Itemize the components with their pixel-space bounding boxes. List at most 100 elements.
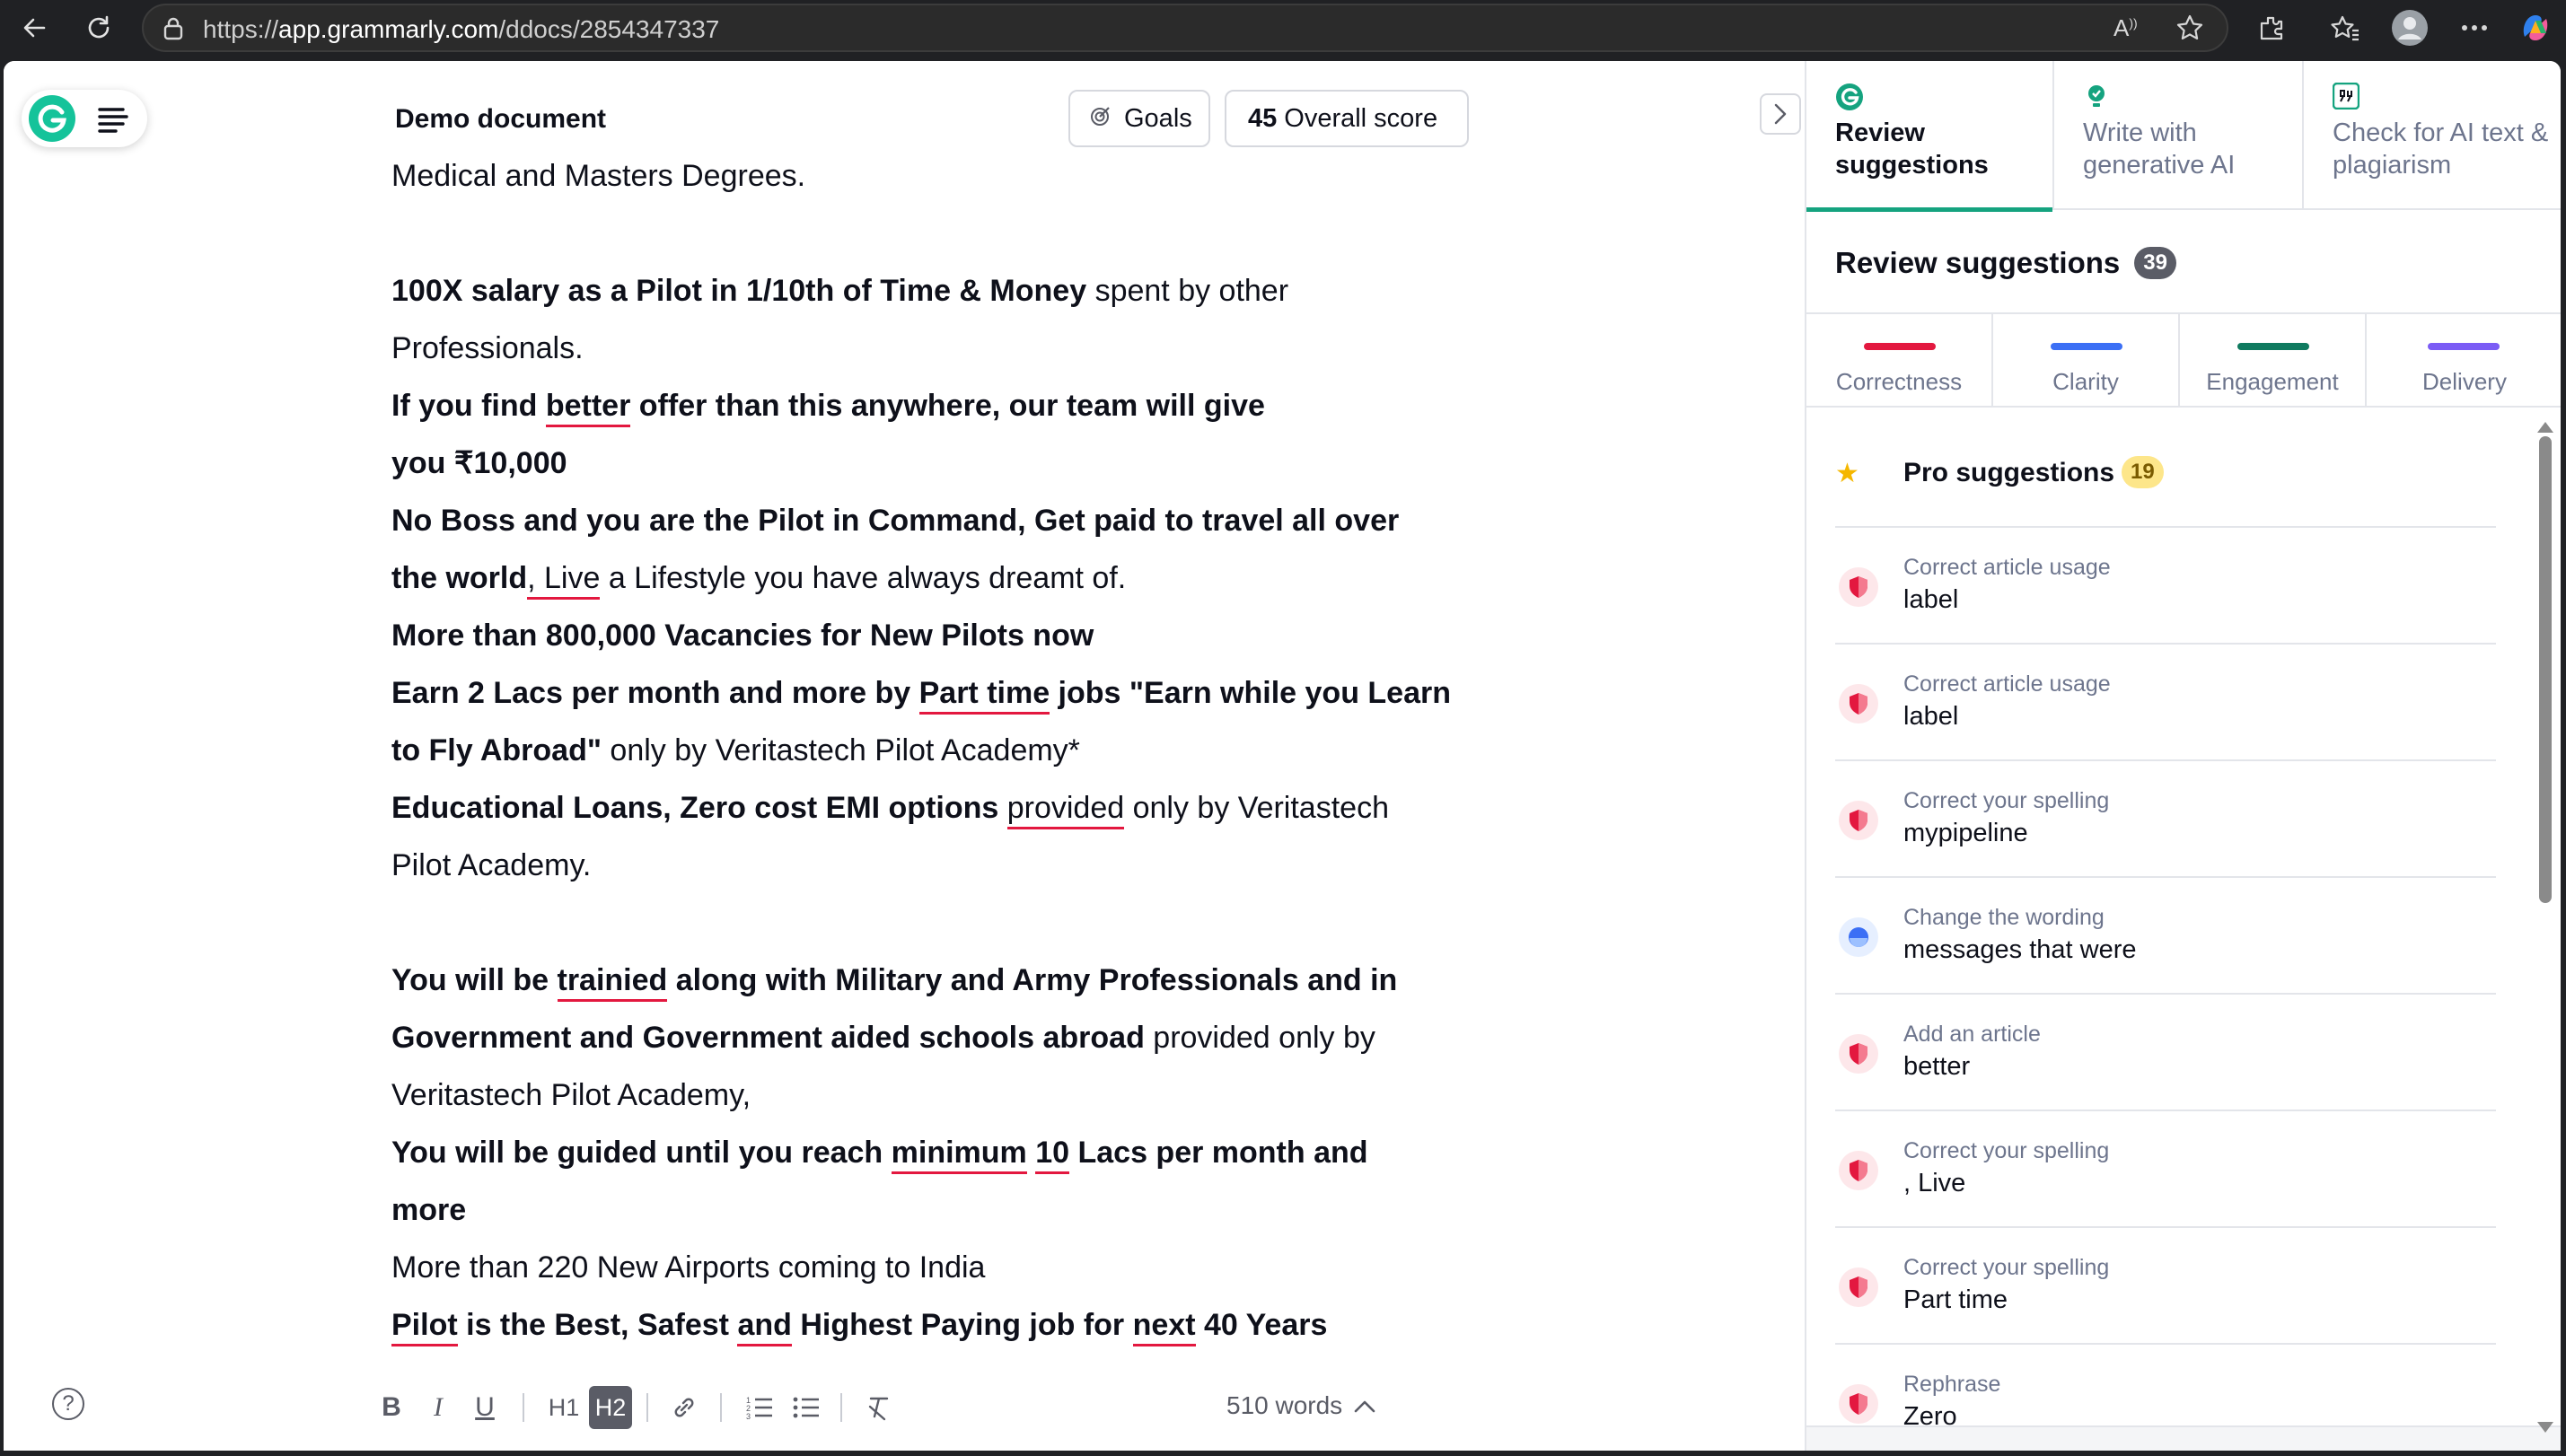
scroll-down-arrow-icon[interactable] [2537,1422,2553,1433]
more-menu-icon[interactable] [2453,6,2496,49]
back-arrow-icon[interactable] [13,6,56,49]
toolbar-divider [840,1393,842,1422]
url-host: app.grammarly.com [278,15,499,43]
suggestion-text: label [1903,585,1959,614]
read-aloud-icon[interactable]: A)) [2113,14,2138,42]
text-line: More than 800,000 Vacancies for New Pilo… [391,607,1487,664]
suggestion-category: Correct your spelling [1903,788,2110,813]
panel-footer [1806,1425,2561,1451]
tab-review-suggestions[interactable]: Review suggestions [1806,61,2054,212]
collapse-panel-button[interactable] [1760,93,1801,135]
favorite-star-icon[interactable] [2175,13,2205,48]
suggestion-card[interactable]: Correct your spelling Part time [1835,1228,2496,1345]
suggestion-category: Add an article [1903,1022,2041,1047]
scrollbar-thumb[interactable] [2539,436,2552,903]
category-correctness[interactable]: Correctness [1806,314,1993,408]
heading-1-button[interactable]: H1 [542,1386,585,1429]
text-run: You will be guided until you reach [391,1136,892,1170]
category-clarity[interactable]: Clarity [1993,314,2180,408]
text-run: Government and Government aided schools … [391,1021,1145,1055]
favorites-icon[interactable] [2324,6,2367,49]
engagement-bar [2237,343,2309,350]
text-run: jobs "Earn while you Learn [1050,676,1451,710]
flagged-word[interactable]: Part time [918,676,1050,715]
quote-icon [2332,82,2360,114]
extensions-icon[interactable] [2250,6,2293,49]
text-run: is the Best, Safest [457,1308,738,1342]
heading-2-button[interactable]: H2 [589,1386,632,1429]
suggestion-text: label [1903,702,1959,731]
text-run [1027,1136,1035,1170]
bold-button[interactable]: B [373,1386,409,1429]
category-delivery[interactable]: Delivery [2367,314,2561,408]
numbered-list-icon[interactable]: 123 [740,1386,779,1429]
suggestion-card[interactable]: Rephrase Zero [1835,1345,2496,1425]
flagged-word[interactable]: trainied [557,963,668,1002]
text-line: If you find better offer than this anywh… [391,377,1487,434]
text-line: Pilot Academy. [391,837,1487,894]
review-suggestions-title: Review suggestions [1835,246,2121,279]
flagged-word[interactable]: better [545,389,631,427]
goals-button[interactable]: Goals [1068,90,1210,147]
text-run: more [391,1193,467,1227]
suggestion-card[interactable]: Add an article better [1835,995,2496,1111]
toolbar-divider [720,1393,722,1422]
overall-score-button[interactable]: 45 Overall score [1225,90,1469,147]
link-icon[interactable] [664,1386,704,1429]
document-title[interactable]: Demo document [395,104,606,135]
category-engagement[interactable]: Engagement [2180,314,2367,408]
profile-avatar[interactable] [2388,6,2431,49]
lock-icon[interactable] [162,16,185,46]
flagged-word[interactable]: Pilot [391,1308,458,1346]
copilot-icon[interactable] [2514,6,2557,49]
flagged-word[interactable]: , Live [527,561,601,600]
text-run: spent by other [1086,274,1289,308]
italic-button[interactable]: I [420,1386,456,1429]
tab-write-with-ai[interactable]: Write with generative AI [2054,61,2304,210]
text-run: Medical and Masters Degrees. [391,159,806,193]
shield-icon [1839,801,1878,840]
text-line: You will be trainied along with Military… [391,952,1487,1009]
pro-suggestions-row[interactable]: ★ Pro suggestions 19 [1835,438,2496,528]
reload-icon[interactable] [77,6,120,49]
target-icon [1090,104,1112,134]
grammarly-logo-icon[interactable] [29,95,75,142]
underline-button[interactable]: U [467,1386,503,1429]
flagged-word[interactable]: 10 [1035,1136,1070,1174]
flagged-word[interactable]: next [1132,1308,1196,1346]
lightbulb-icon [2083,83,2110,116]
suggestions-scrollbar[interactable] [2534,422,2561,1433]
shield-icon [1839,1151,1878,1190]
word-count-toggle[interactable]: 510 words [1226,1391,1376,1420]
suggestion-card[interactable]: Change the wording messages that were [1835,878,2496,995]
text-run: More than 220 New Airports coming to Ind… [391,1250,986,1285]
overall-score-label: Overall score [1284,103,1438,133]
flagged-word[interactable]: and [737,1308,792,1346]
tab-write-with-ai-label: Write with generative AI [2083,118,2236,180]
clear-formatting-icon[interactable] [858,1386,898,1429]
browser-toolbar: https://app.grammarly.com/ddocs/28543473… [0,0,2566,56]
flagged-word[interactable]: minimum [891,1136,1027,1174]
chevron-up-icon [1354,1400,1375,1413]
text-run: along with Military and Army Professiona… [667,963,1398,997]
address-bar[interactable]: https://app.grammarly.com/ddocs/28543473… [142,4,2228,52]
document-text[interactable]: Medical and Masters Degrees. 100X salary… [391,147,1487,1354]
help-icon[interactable]: ? [52,1388,84,1420]
shield-icon [1839,684,1878,724]
bulleted-list-icon[interactable] [786,1386,826,1429]
grammarly-g-icon [1835,83,1864,116]
flagged-word[interactable]: provided [1006,791,1125,829]
correctness-bar [1864,343,1936,350]
scroll-up-arrow-icon[interactable] [2537,422,2553,433]
tab-ai-plagiarism[interactable]: Check for AI text & plagiarism [2304,61,2561,210]
suggestion-card[interactable]: Correct your spelling , Live [1835,1111,2496,1228]
assistant-panel: Review suggestions Write with generative… [1805,61,2561,1451]
suggestion-card[interactable]: Correct article usage label [1835,645,2496,761]
logo-menu-pill[interactable] [22,90,147,147]
suggestion-card[interactable]: Correct article usage label [1835,528,2496,645]
text-run: You will be [391,963,558,997]
hamburger-menu-icon[interactable] [97,106,129,133]
suggestion-card[interactable]: Correct your spelling mypipeline [1835,761,2496,878]
text-run: to Fly Abroad" [391,733,602,767]
